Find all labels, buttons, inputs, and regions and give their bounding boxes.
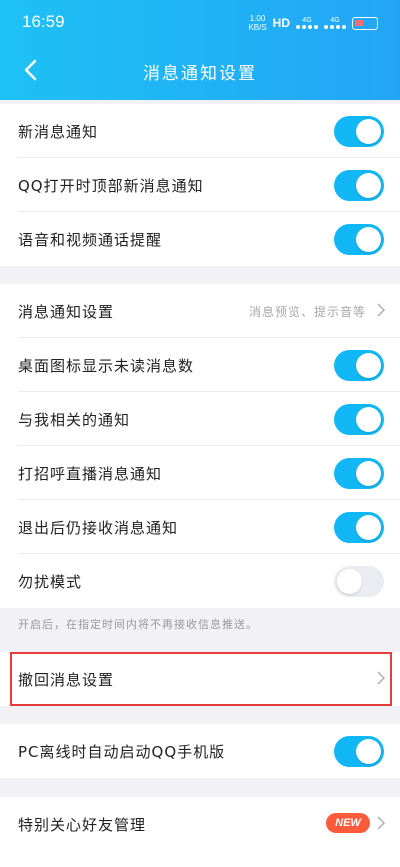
- pc-offline-toggle[interactable]: [334, 736, 384, 767]
- row-label: 桌面图标显示未读消息数: [18, 356, 195, 375]
- signal-icon-2: 4G: [324, 17, 346, 29]
- greeting-live-toggle[interactable]: [334, 458, 384, 489]
- row-label: 勿扰模式: [18, 572, 83, 591]
- chevron-right-icon: [377, 816, 386, 830]
- section-notify-settings: 消息通知设置 消息预览、提示音等 桌面图标显示未读消息数 与我相关的通知 打招呼…: [0, 284, 400, 608]
- row-new-message-notify[interactable]: 新消息通知: [0, 104, 400, 158]
- net-speed: 1.00 KB/S: [248, 14, 266, 32]
- row-special-care-friends[interactable]: 特别关心好友管理 NEW: [0, 797, 400, 851]
- row-label: QQ打开时顶部新消息通知: [18, 176, 204, 195]
- status-bar: 16:59 1.00 KB/S HD 4G 4G: [0, 0, 400, 44]
- net-speed-unit: KB/S: [248, 23, 267, 32]
- section-notifications: 新消息通知 QQ打开时顶部新消息通知 语音和视频通话提醒: [0, 104, 400, 266]
- row-desktop-badge[interactable]: 桌面图标显示未读消息数: [0, 338, 400, 392]
- call-reminder-toggle[interactable]: [334, 224, 384, 255]
- row-label: 特别关心好友管理: [18, 815, 147, 834]
- battery-icon: [352, 16, 378, 30]
- row-value: 消息预览、提示音等: [248, 304, 366, 319]
- nav-bar: 消息通知设置: [0, 44, 400, 100]
- row-call-reminder[interactable]: 语音和视频通话提醒: [0, 212, 400, 266]
- row-label: PC离线时自动启动QQ手机版: [18, 742, 226, 761]
- desktop-badge-toggle[interactable]: [334, 350, 384, 381]
- related-notify-toggle[interactable]: [334, 404, 384, 435]
- row-label: 打招呼直播消息通知: [18, 464, 163, 483]
- row-qq-top-notify[interactable]: QQ打开时顶部新消息通知: [0, 158, 400, 212]
- row-label: 新消息通知: [18, 122, 99, 141]
- row-receive-after-exit[interactable]: 退出后仍接收消息通知: [0, 500, 400, 554]
- chevron-right-icon: [377, 303, 386, 317]
- hd-label: HD: [272, 16, 290, 30]
- dnd-hint: 开启后，在指定时间内将不再接收信息推送。: [18, 618, 258, 631]
- highlight-box: [10, 652, 392, 706]
- qq-top-notify-toggle[interactable]: [334, 170, 384, 201]
- signal-icon-1: 4G: [296, 17, 318, 29]
- section-pc-offline: PC离线时自动启动QQ手机版: [0, 724, 400, 778]
- page-title: 消息通知设置: [143, 64, 257, 84]
- row-label: 与我相关的通知: [18, 410, 131, 429]
- row-pc-offline-launch[interactable]: PC离线时自动启动QQ手机版: [0, 724, 400, 778]
- row-label: 消息通知设置: [18, 302, 115, 321]
- row-greeting-live-notify[interactable]: 打招呼直播消息通知: [0, 446, 400, 500]
- do-not-disturb-toggle[interactable]: [334, 566, 384, 597]
- network-label-2: 4G: [330, 17, 340, 24]
- row-related-notify[interactable]: 与我相关的通知: [0, 392, 400, 446]
- row-label: 退出后仍接收消息通知: [18, 518, 179, 537]
- row-notify-settings[interactable]: 消息通知设置 消息预览、提示音等: [0, 284, 400, 338]
- status-indicators: 1.00 KB/S HD 4G 4G: [248, 14, 378, 32]
- row-do-not-disturb[interactable]: 勿扰模式: [0, 554, 400, 608]
- row-label: 语音和视频通话提醒: [18, 230, 163, 249]
- section-special-care: 特别关心好友管理 NEW: [0, 797, 400, 867]
- new-message-toggle[interactable]: [334, 116, 384, 147]
- new-badge: NEW: [326, 813, 370, 833]
- header: 16:59 1.00 KB/S HD 4G 4G 消息通知设置: [0, 0, 400, 100]
- network-label-1: 4G: [302, 17, 312, 24]
- net-speed-value: 1.00: [249, 14, 266, 23]
- receive-after-exit-toggle[interactable]: [334, 512, 384, 543]
- status-time: 16:59: [22, 12, 65, 31]
